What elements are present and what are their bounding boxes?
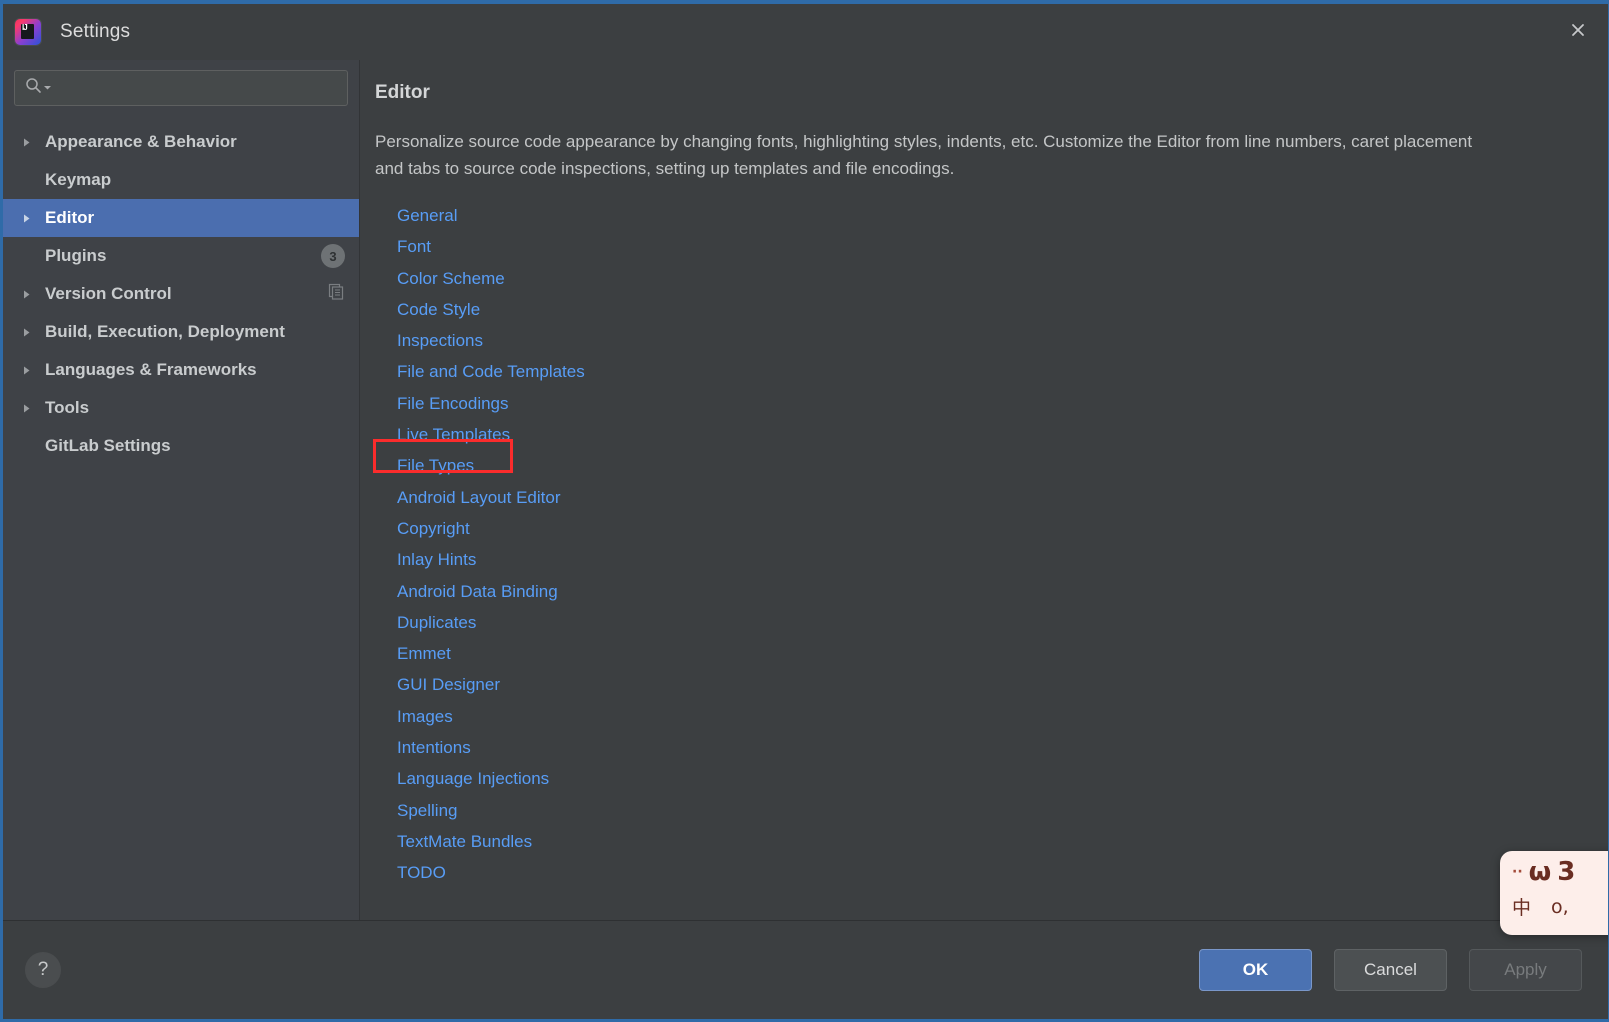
- sidebar-item-label: Editor: [45, 208, 95, 227]
- link-color-scheme[interactable]: Color Scheme: [397, 263, 505, 294]
- sidebar-item-keymap[interactable]: Keymap: [3, 161, 359, 199]
- sidebar-item-version-control[interactable]: Version Control: [3, 275, 359, 313]
- sidebar-item-plugins[interactable]: Plugins 3: [3, 237, 359, 275]
- page-description: Personalize source code appearance by ch…: [375, 132, 1473, 178]
- link-inspections[interactable]: Inspections: [397, 325, 483, 356]
- chevron-right-icon[interactable]: [21, 327, 39, 338]
- floating-widget-glyph-1: ω: [1528, 857, 1552, 887]
- sidebar-item-tools[interactable]: Tools: [3, 389, 359, 427]
- intellij-idea-icon: [15, 19, 41, 45]
- link-live-templates[interactable]: Live Templates: [397, 419, 510, 450]
- chevron-down-icon[interactable]: [43, 79, 52, 97]
- link-file-encodings[interactable]: File Encodings: [397, 388, 509, 419]
- floating-widget-glyph-4[interactable]: o,: [1551, 896, 1569, 918]
- sidebar-item-appearance-behavior[interactable]: Appearance & Behavior: [3, 123, 359, 161]
- chevron-right-icon[interactable]: [21, 365, 39, 376]
- search-input[interactable]: [59, 80, 347, 96]
- window-title: Settings: [60, 21, 131, 42]
- floating-widget-glyph-2: 3: [1557, 857, 1576, 887]
- floating-widget-row-1: ·· ω 3: [1508, 857, 1608, 887]
- chevron-right-icon[interactable]: [21, 403, 39, 414]
- main-panel: Editor Personalize source code appearanc…: [361, 60, 1608, 920]
- copy-icon: [328, 283, 345, 305]
- cancel-button[interactable]: Cancel: [1334, 949, 1447, 991]
- sidebar-item-label: GitLab Settings: [45, 436, 171, 455]
- sidebar: Appearance & Behavior Keymap Editor Plug…: [3, 60, 360, 920]
- link-copyright[interactable]: Copyright: [397, 513, 470, 544]
- sidebar-item-label: Languages & Frameworks: [45, 360, 257, 379]
- link-emmet[interactable]: Emmet: [397, 638, 451, 669]
- search-wrapper: [3, 60, 359, 106]
- page-title: Editor: [375, 82, 430, 103]
- settings-dialog: Settings: [0, 0, 1609, 1022]
- sidebar-item-languages-frameworks[interactable]: Languages & Frameworks: [3, 351, 359, 389]
- floating-widget-row-2: 中 o,: [1508, 893, 1608, 920]
- link-code-style[interactable]: Code Style: [397, 294, 480, 325]
- chevron-right-icon[interactable]: [21, 213, 39, 224]
- sidebar-item-label: Appearance & Behavior: [45, 132, 237, 151]
- link-font[interactable]: Font: [397, 231, 431, 262]
- sidebar-item-gitlab-settings[interactable]: GitLab Settings: [3, 427, 359, 465]
- link-android-layout-editor[interactable]: Android Layout Editor: [397, 482, 561, 513]
- search-box[interactable]: [14, 70, 348, 106]
- link-images[interactable]: Images: [397, 701, 453, 732]
- ok-button[interactable]: OK: [1199, 949, 1312, 991]
- link-duplicates[interactable]: Duplicates: [397, 607, 476, 638]
- dialog-footer: ? OK Cancel Apply: [3, 920, 1608, 1019]
- link-language-injections[interactable]: Language Injections: [397, 763, 549, 794]
- floating-widget-dot-icon: ··: [1512, 864, 1523, 880]
- search-icon: [25, 77, 42, 99]
- chevron-right-icon[interactable]: [21, 137, 39, 148]
- title-bar: Settings: [3, 4, 1608, 60]
- sidebar-item-label: Version Control: [45, 284, 172, 303]
- help-button[interactable]: ?: [25, 952, 61, 988]
- link-inlay-hints[interactable]: Inlay Hints: [397, 544, 476, 575]
- sidebar-item-label: Build, Execution, Deployment: [45, 322, 285, 341]
- sidebar-item-label: Plugins: [45, 246, 107, 265]
- plugins-count-badge: 3: [321, 244, 345, 268]
- link-textmate-bundles[interactable]: TextMate Bundles: [397, 826, 532, 857]
- link-spelling[interactable]: Spelling: [397, 795, 458, 826]
- link-general[interactable]: General: [397, 200, 457, 231]
- link-gui-designer[interactable]: GUI Designer: [397, 669, 500, 700]
- floating-widget-glyph-3[interactable]: 中: [1512, 893, 1531, 920]
- link-file-and-code-templates[interactable]: File and Code Templates: [397, 356, 585, 387]
- sidebar-item-build-execution-deployment[interactable]: Build, Execution, Deployment: [3, 313, 359, 351]
- close-icon[interactable]: [1558, 12, 1598, 48]
- link-android-data-binding[interactable]: Android Data Binding: [397, 576, 558, 607]
- floating-ime-widget[interactable]: ·· ω 3 中 o,: [1500, 851, 1608, 935]
- link-intentions[interactable]: Intentions: [397, 732, 471, 763]
- editor-subsection-links: General Font Color Scheme Code Style Ins…: [375, 200, 1578, 889]
- apply-button: Apply: [1469, 949, 1582, 991]
- link-file-types[interactable]: File Types: [397, 450, 474, 481]
- sidebar-item-label: Keymap: [45, 170, 112, 189]
- sidebar-item-editor[interactable]: Editor: [3, 199, 359, 237]
- settings-tree: Appearance & Behavior Keymap Editor Plug…: [3, 123, 359, 465]
- link-todo[interactable]: TODO: [397, 857, 446, 888]
- sidebar-item-label: Tools: [45, 398, 90, 417]
- chevron-right-icon[interactable]: [21, 289, 39, 300]
